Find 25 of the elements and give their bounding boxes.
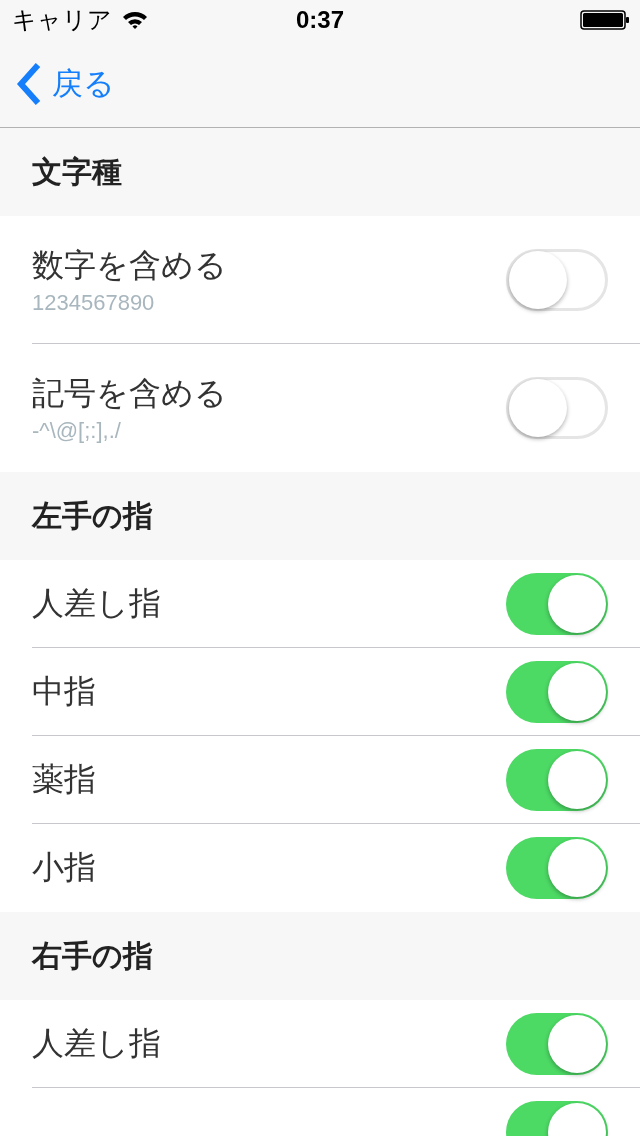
toggle-switch[interactable] — [506, 377, 608, 439]
section-header: 右手の指 — [32, 936, 153, 975]
carrier-name: キャリア — [12, 5, 112, 36]
battery-icon — [580, 10, 630, 30]
chevron-icon — [16, 62, 42, 105]
wifi-icon — [122, 10, 148, 30]
toggle-switch[interactable] — [506, 1012, 608, 1075]
back-button[interactable]: 戻る — [16, 62, 115, 105]
toggle-switch[interactable] — [506, 660, 608, 723]
setting-subtitle: 1234567890 — [32, 289, 156, 316]
setting-label: 人差し指 — [32, 1022, 161, 1064]
status-time: 0:37 — [296, 6, 344, 34]
toggle-switch[interactable] — [506, 748, 608, 811]
setting-label: 中指 — [32, 670, 96, 712]
setting-label: 薬指 — [32, 758, 96, 800]
toggle-switch[interactable] — [506, 572, 608, 635]
section-header: 左手の指 — [32, 496, 153, 535]
setting-label: 人差し指 — [32, 582, 161, 624]
setting-subtitle: -^\@[;:],./ — [32, 418, 122, 444]
setting-label: 数字を含める — [32, 244, 227, 286]
toggle-switch[interactable] — [506, 248, 608, 311]
section-header: 文字種 — [32, 152, 122, 191]
setting-label: 記号を含める — [32, 373, 227, 414]
setting-label: 小指 — [32, 847, 96, 888]
toggle-switch[interactable] — [506, 837, 608, 899]
